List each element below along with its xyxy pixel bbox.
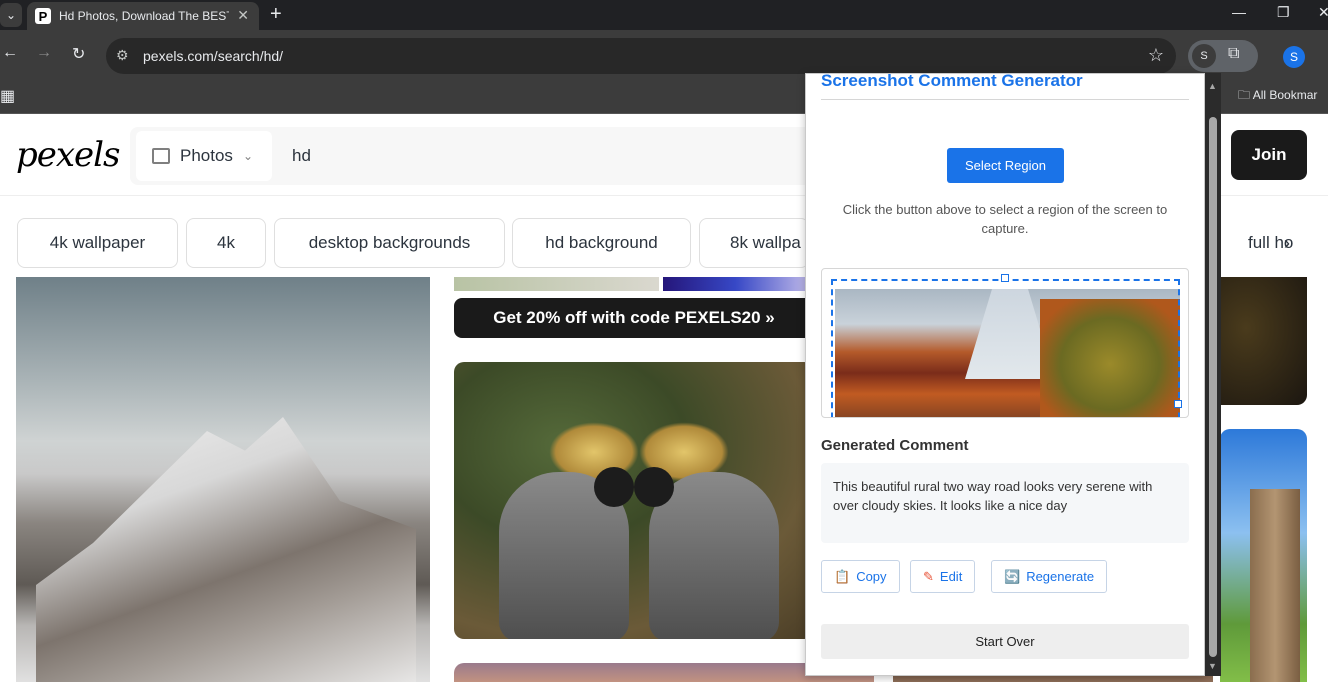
instructions-text: Click the button above to select a regio… xyxy=(842,202,1168,236)
copy-label: Copy xyxy=(856,569,887,584)
site-info-icon[interactable]: ⚙ xyxy=(116,47,129,64)
chevron-down-icon: ⌄ xyxy=(242,149,253,163)
extensions-area: S ⧉ xyxy=(1188,40,1258,72)
address-bar[interactable]: ⚙ pexels.com/search/hd/ ☆ xyxy=(106,38,1176,74)
popup-scrollbar[interactable]: ▲ ▼ xyxy=(1205,73,1221,676)
photo-partial[interactable] xyxy=(663,277,808,291)
regenerate-button[interactable]: 🔄 Regenerate xyxy=(991,560,1108,593)
start-over-button[interactable]: Start Over xyxy=(821,624,1189,659)
tab-search-button[interactable]: ⌄ xyxy=(0,3,22,27)
resize-handle[interactable] xyxy=(1001,274,1009,282)
pencil-icon: ✎ xyxy=(923,568,934,584)
chip-desktop-backgrounds[interactable]: desktop backgrounds xyxy=(274,218,505,268)
join-button[interactable]: Join xyxy=(1231,130,1307,180)
image-icon xyxy=(152,148,170,164)
photo-mountain[interactable] xyxy=(16,277,430,682)
scroll-down-icon[interactable]: ▼ xyxy=(1208,661,1217,671)
minimize-icon[interactable]: — xyxy=(1232,4,1246,20)
url-text[interactable]: pexels.com/search/hd/ xyxy=(143,48,283,64)
avatar[interactable]: S xyxy=(1283,46,1305,68)
edit-button[interactable]: ✎ Edit xyxy=(910,560,976,593)
pexels-favicon-icon: P xyxy=(35,8,51,24)
resize-handle[interactable] xyxy=(1174,400,1182,408)
photo-dark[interactable] xyxy=(1220,277,1307,405)
edit-label: Edit xyxy=(939,569,963,584)
search-input[interactable]: hd xyxy=(292,146,311,166)
star-icon[interactable]: ☆ xyxy=(1148,45,1164,66)
all-bookmarks-label: All Bookmar xyxy=(1252,88,1318,102)
select-region-button[interactable]: Select Region xyxy=(947,148,1064,183)
close-window-icon[interactable]: ✕ xyxy=(1318,4,1328,21)
refresh-icon: 🔄 xyxy=(1004,568,1021,584)
tab-title: Hd Photos, Download The BEST xyxy=(59,9,229,23)
browser-toolbar: ← → ↻ ⚙ pexels.com/search/hd/ ☆ S ⧉ S xyxy=(0,30,1328,76)
restore-icon[interactable]: ❐ xyxy=(1277,4,1290,21)
scroll-thumb[interactable] xyxy=(1209,117,1217,657)
promo-banner[interactable]: Get 20% off with code PEXELS20 » xyxy=(454,298,814,338)
tab-strip: ⌄ P Hd Photos, Download The BEST ✕ + — ❐… xyxy=(0,0,1328,30)
chip-8k-wallpaper[interactable]: 8k wallpa xyxy=(699,218,809,268)
scroll-up-icon[interactable]: ▲ xyxy=(1208,81,1217,91)
reload-icon[interactable]: ↻ xyxy=(72,44,85,64)
puzzle-icon[interactable]: ⧉ xyxy=(1228,45,1239,63)
all-bookmarks-button[interactable]: 🗀 All Bookmar xyxy=(1238,86,1317,107)
popup-title: Screenshot Comment Generator xyxy=(821,73,1083,90)
search-type-dropdown[interactable]: Photos ⌄ xyxy=(136,131,272,181)
forward-icon[interactable]: → xyxy=(36,44,52,62)
chip-4k[interactable]: 4k xyxy=(186,218,266,268)
clipboard-icon: 📋 xyxy=(834,568,851,584)
apps-icon[interactable]: ▦ xyxy=(0,86,15,106)
photo-cranes[interactable] xyxy=(454,362,814,639)
copy-button[interactable]: 📋 Copy xyxy=(821,560,900,593)
capture-preview xyxy=(821,268,1189,418)
divider xyxy=(821,99,1189,100)
new-tab-button[interactable]: + xyxy=(270,3,282,26)
search-bar[interactable]: Photos ⌄ hd xyxy=(130,127,870,185)
extension-popup: Screenshot Comment Generator Select Regi… xyxy=(805,73,1205,676)
close-tab-icon[interactable]: ✕ xyxy=(237,7,249,24)
chip-full-hd[interactable]: full ho xyxy=(1222,218,1307,268)
search-type-label: Photos xyxy=(180,146,233,165)
chip-hd-background[interactable]: hd background xyxy=(512,218,691,268)
folder-icon: 🗀 xyxy=(1238,88,1251,102)
pexels-logo[interactable]: pexels xyxy=(16,135,121,175)
selection-rectangle[interactable] xyxy=(831,279,1180,417)
generated-comment-text[interactable]: This beautiful rural two way road looks … xyxy=(821,463,1189,543)
photo-partial[interactable] xyxy=(454,277,659,291)
back-icon[interactable]: ← xyxy=(2,44,18,62)
chevron-right-icon[interactable]: › xyxy=(1284,233,1290,254)
generated-comment-heading: Generated Comment xyxy=(821,437,969,454)
extension-s-icon[interactable]: S xyxy=(1192,44,1216,68)
regenerate-label: Regenerate xyxy=(1026,569,1095,584)
photo-castle[interactable] xyxy=(1220,429,1307,682)
browser-tab[interactable]: P Hd Photos, Download The BEST ✕ xyxy=(27,2,259,30)
chip-4k-wallpaper[interactable]: 4k wallpaper xyxy=(17,218,178,268)
